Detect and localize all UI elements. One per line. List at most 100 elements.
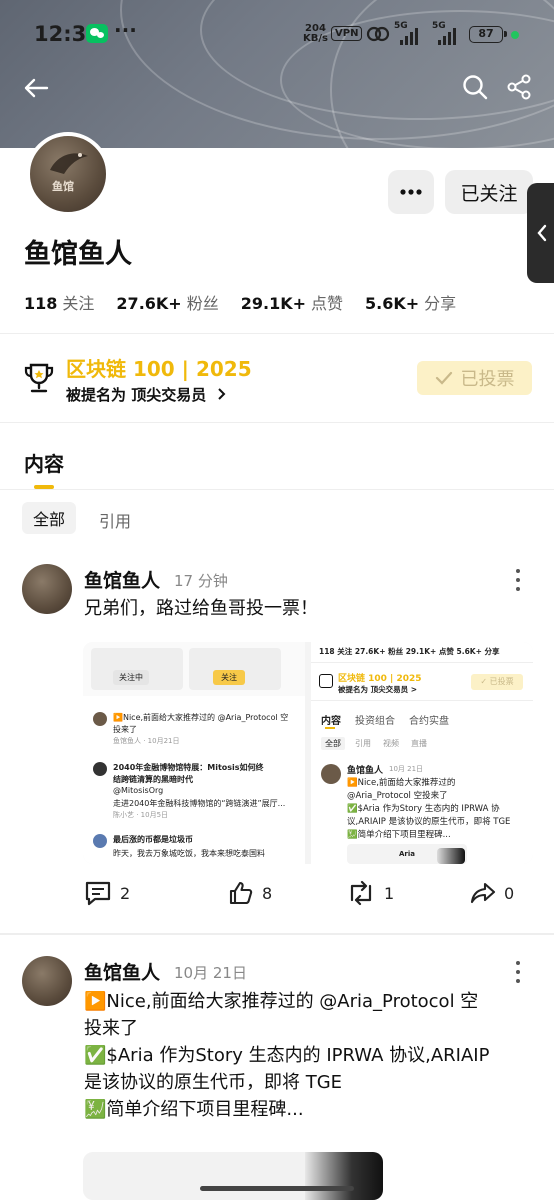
post-author-name[interactable]: 鱼馆鱼人 bbox=[84, 958, 160, 985]
stat-following[interactable]: 118 关注 bbox=[24, 290, 94, 314]
stat-followers-label: 粉丝 bbox=[186, 294, 219, 313]
chevron-right-icon bbox=[218, 388, 226, 400]
voted-label: 已投票 bbox=[460, 369, 515, 390]
post-author-avatar[interactable] bbox=[22, 564, 72, 614]
stat-shares[interactable]: 5.6K+ 分享 bbox=[365, 290, 456, 314]
status-more-dots: ··· bbox=[114, 18, 137, 42]
stat-followers-num: 27.6K+ bbox=[116, 294, 182, 313]
repost-icon bbox=[350, 880, 372, 906]
post-line: ▶️Nice,前面给大家推荐过的 @Aria_Protocol 空 bbox=[84, 991, 479, 1012]
profile-stats: 118 关注 27.6K+ 粉丝 29.1K+ 点赞 5.6K+ 分享 bbox=[24, 290, 456, 314]
back-button[interactable] bbox=[20, 74, 52, 102]
search-icon bbox=[463, 75, 488, 100]
img2-award-sub: 被提名为 顶尖交易员 > bbox=[338, 685, 418, 694]
filter-quote[interactable]: 引用 bbox=[99, 508, 131, 532]
stat-shares-label: 分享 bbox=[424, 294, 457, 313]
profile-name: 鱼馆鱼人 bbox=[24, 239, 132, 270]
stat-following-label: 关注 bbox=[62, 294, 95, 313]
stat-following-num: 118 bbox=[24, 294, 58, 313]
home-indicator bbox=[200, 1186, 354, 1191]
img2-tab3: 合约实盘 bbox=[409, 716, 449, 727]
voted-button[interactable]: 已投票 bbox=[417, 361, 532, 395]
post-author-avatar[interactable] bbox=[22, 956, 72, 1006]
post-image-2[interactable]: 118 关注 27.6K+ 粉丝 29.1K+ 点赞 5.6K+ 分享 区块链 … bbox=[311, 642, 533, 864]
chevron-left-icon bbox=[537, 224, 547, 242]
thumbs-up-icon bbox=[229, 881, 253, 905]
img2-post-line1: ▶️Nice,前面给大家推荐过的 bbox=[347, 778, 456, 788]
stat-likes[interactable]: 29.1K+ 点赞 bbox=[241, 290, 343, 314]
back-arrow-icon bbox=[24, 78, 49, 98]
post-image-gallery[interactable]: 关注中 关注 ▶️Nice,前面给大家推荐过的 @Aria_Protocol 空… bbox=[83, 642, 533, 864]
signal-2-type: 5G bbox=[432, 21, 446, 31]
share-button[interactable] bbox=[504, 72, 534, 102]
more-options-button[interactable] bbox=[388, 170, 434, 214]
img2-post-line4: 议,ARIAIP 是该协议的原生代币，即将 TGE bbox=[347, 817, 511, 827]
share-action[interactable]: 0 bbox=[470, 880, 514, 906]
post-line: 投来了 bbox=[84, 1018, 138, 1039]
following-button[interactable]: 已关注 bbox=[445, 170, 533, 214]
post-text: ▶️Nice,前面给大家推荐过的 @Aria_Protocol 空 投来了 ✅$… bbox=[84, 988, 534, 1123]
more-dots-icon bbox=[400, 189, 422, 195]
post-menu-button[interactable] bbox=[516, 961, 522, 983]
img2-post-line2: @Aria_Protocol 空投来了 bbox=[347, 791, 448, 801]
post-line: 是该协议的原生代币，即将 TGE bbox=[84, 1072, 343, 1093]
img-item3-desc: 昨天，我去万象城吃饭，我本来想吃泰国料 bbox=[113, 849, 265, 858]
comment-count: 2 bbox=[120, 883, 131, 903]
share-count: 0 bbox=[504, 883, 515, 903]
trophy-icon bbox=[24, 363, 54, 393]
like-count: 8 bbox=[262, 883, 273, 903]
repost-action[interactable]: 1 bbox=[346, 880, 394, 906]
img2-tab2: 投资组合 bbox=[355, 716, 395, 727]
privacy-indicator-dot bbox=[511, 31, 519, 39]
img2-chip2: 引用 bbox=[355, 739, 371, 748]
search-button[interactable] bbox=[460, 72, 490, 102]
post-line: 💹简单介绍下项目里程碑... bbox=[84, 1099, 304, 1120]
stat-shares-num: 5.6K+ bbox=[365, 294, 420, 313]
img2-chip1: 全部 bbox=[321, 737, 345, 750]
divider bbox=[0, 422, 554, 423]
img-item2-title-a: 2040年金融博物馆特展：Mitosis如何终 bbox=[113, 763, 264, 772]
comment-action[interactable]: 2 bbox=[84, 880, 130, 906]
img2-award-title: 区块链 100 | 2025 bbox=[338, 674, 422, 684]
post-image-preview[interactable] bbox=[83, 1152, 383, 1200]
profile-avatar[interactable]: 鱼馆 bbox=[26, 132, 110, 216]
award-nomination-link[interactable]: 被提名为 顶尖交易员 bbox=[66, 384, 227, 405]
post-time: 17 分钟 bbox=[174, 572, 228, 590]
img-following-tab: 关注中 bbox=[113, 670, 149, 685]
stat-followers[interactable]: 27.6K+ 粉丝 bbox=[116, 290, 218, 314]
wechat-icon bbox=[86, 24, 108, 43]
tab-content[interactable]: 内容 bbox=[24, 448, 64, 477]
img-item3-title: 最后涨的币都是垃圾币 bbox=[113, 835, 193, 844]
award-title: 区块链 100 | 2025 bbox=[66, 357, 252, 381]
like-action[interactable]: 8 bbox=[228, 880, 272, 906]
post-line: ✅$Aria 作为Story 生态内的 IPRWA 协议,ARIAIP bbox=[84, 1045, 490, 1066]
img-item1-meta: 鱼馆鱼人 · 10月21日 bbox=[113, 737, 180, 745]
img2-post-line3: ✅$Aria 作为Story 生态内的 IPRWA 协 bbox=[347, 804, 500, 814]
img2-post-time: 10月 21日 bbox=[389, 765, 424, 773]
battery-icon: 87 bbox=[469, 26, 507, 43]
signal-1-type: 5G bbox=[394, 21, 408, 31]
stat-likes-label: 点赞 bbox=[311, 294, 344, 313]
img-follow-tab: 关注 bbox=[213, 670, 245, 685]
img-item2-author: @MitosisOrg bbox=[113, 786, 164, 795]
award-subtitle: 被提名为 顶尖交易员 bbox=[66, 386, 207, 404]
vpn-icon: VPN bbox=[331, 26, 363, 41]
check-icon bbox=[435, 371, 452, 385]
filter-all[interactable]: 全部 bbox=[22, 502, 76, 534]
post-time: 10月 21日 bbox=[174, 964, 247, 982]
post-text: 兄弟们，路过给鱼哥投一票！ bbox=[84, 598, 318, 619]
img2-post-author: 鱼馆鱼人 bbox=[347, 766, 384, 776]
post-image-1[interactable]: 关注中 关注 ▶️Nice,前面给大家推荐过的 @Aria_Protocol 空… bbox=[83, 642, 305, 864]
img-item2-desc: 走进2040年金融科技博物馆的“跨链演进”展厅... bbox=[113, 799, 286, 808]
post-author-name[interactable]: 鱼馆鱼人 bbox=[84, 566, 160, 593]
status-bar: 12:31 ··· 204 KB/s VPN 5G 5G 87 bbox=[0, 0, 554, 68]
img-item2-meta: 陈小艺 · 10月5日 bbox=[113, 811, 169, 819]
divider bbox=[0, 333, 554, 334]
side-panel-handle[interactable] bbox=[527, 183, 554, 283]
avatar-text: 鱼馆 bbox=[52, 180, 74, 193]
share-nodes-icon bbox=[507, 74, 531, 100]
avatar-fish-logo bbox=[50, 153, 88, 174]
network-speed-unit: KB/s bbox=[303, 33, 328, 44]
img-item1-text-a: ▶️Nice,前面给大家推荐过的 @Aria_Protocol 空 bbox=[113, 713, 289, 722]
post-menu-button[interactable] bbox=[516, 569, 522, 591]
